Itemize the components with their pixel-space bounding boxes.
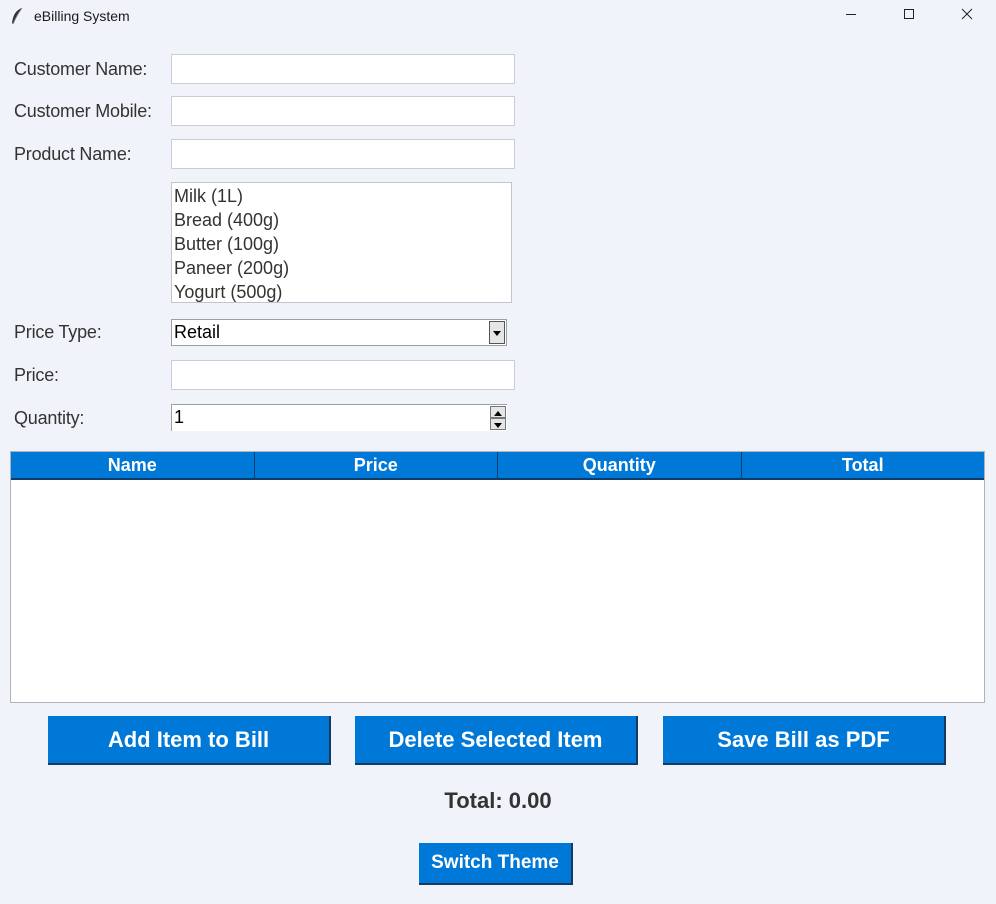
product-name-label: Product Name: (14, 144, 132, 164)
minimize-button[interactable] (822, 0, 880, 32)
list-item[interactable]: Yogurt (500g) (174, 280, 509, 304)
arrow-down-icon (494, 415, 502, 433)
price-label: Price: (14, 365, 59, 385)
list-item[interactable]: Butter (100g) (174, 232, 509, 256)
list-item[interactable]: Milk (1L) (174, 184, 509, 208)
bill-table[interactable]: Name Price Quantity Total (10, 451, 985, 703)
add-item-button[interactable]: Add Item to Bill (48, 716, 331, 765)
chevron-down-icon (493, 324, 501, 342)
column-header-name[interactable]: Name (11, 452, 255, 478)
price-type-label: Price Type: (14, 322, 102, 342)
minimize-icon (845, 7, 857, 25)
total-label: Total: 0.00 (444, 788, 552, 813)
dropdown-button[interactable] (489, 321, 505, 344)
list-item[interactable]: Paneer (200g) (174, 256, 509, 280)
column-header-price[interactable]: Price (255, 452, 498, 478)
table-header: Name Price Quantity Total (11, 452, 984, 480)
quantity-label: Quantity: (14, 408, 85, 428)
product-name-input[interactable] (171, 139, 515, 169)
close-button[interactable] (938, 0, 996, 32)
customer-name-label: Customer Name: (14, 59, 148, 79)
maximize-button[interactable] (880, 0, 938, 32)
column-header-quantity[interactable]: Quantity (498, 452, 742, 478)
delete-item-button[interactable]: Delete Selected Item (355, 716, 638, 765)
maximize-icon (903, 7, 915, 25)
window-title: eBilling System (34, 8, 130, 24)
column-header-total[interactable]: Total (742, 452, 985, 478)
quantity-value: 1 (174, 407, 185, 427)
feather-icon (10, 7, 24, 25)
product-listbox[interactable]: Milk (1L) Bread (400g) Butter (100g) Pan… (171, 182, 512, 303)
customer-mobile-input[interactable] (171, 96, 515, 126)
decrement-button[interactable] (490, 418, 506, 430)
title-bar: eBilling System (0, 0, 996, 32)
customer-mobile-label: Customer Mobile: (14, 101, 152, 121)
customer-name-input[interactable] (171, 54, 515, 84)
close-icon (961, 7, 973, 25)
price-input[interactable] (171, 360, 515, 390)
price-type-select[interactable]: Retail (171, 319, 507, 346)
price-type-value: Retail (174, 322, 221, 342)
quantity-stepper[interactable]: 1 (171, 404, 507, 431)
list-item[interactable]: Bread (400g) (174, 208, 509, 232)
switch-theme-button[interactable]: Switch Theme (419, 843, 573, 885)
save-pdf-button[interactable]: Save Bill as PDF (663, 716, 946, 765)
